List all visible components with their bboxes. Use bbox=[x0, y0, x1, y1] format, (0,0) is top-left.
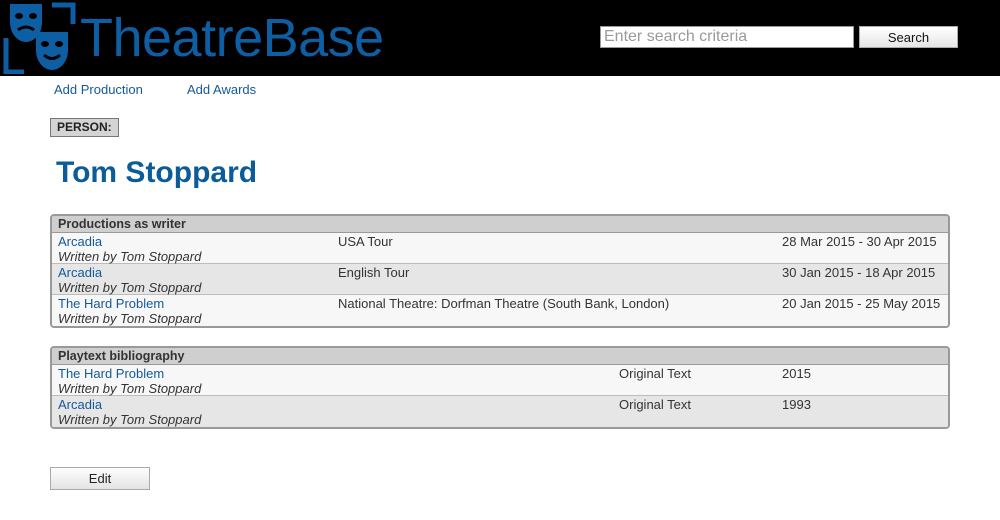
playtext-year: 2015 bbox=[782, 366, 811, 381]
production-row: Arcadia Written by Tom Stoppard USA Tour… bbox=[52, 233, 948, 264]
playtext-panel-title: Playtext bibliography bbox=[52, 348, 948, 365]
production-byline: Written by Tom Stoppard bbox=[58, 311, 202, 326]
production-row: Arcadia Written by Tom Stoppard English … bbox=[52, 264, 948, 295]
production-title-link[interactable]: Arcadia bbox=[58, 234, 102, 249]
playtext-year: 1993 bbox=[782, 397, 811, 412]
production-venue: National Theatre: Dorfman Theatre (South… bbox=[338, 296, 670, 311]
playtext-byline: Written by Tom Stoppard bbox=[58, 381, 202, 396]
playtext-byline: Written by Tom Stoppard bbox=[58, 412, 202, 427]
production-dates: 20 Jan 2015 - 25 May 2015 bbox=[782, 296, 941, 311]
search-input[interactable] bbox=[600, 26, 854, 48]
person-badge: PERSON: bbox=[50, 118, 119, 137]
production-byline: Written by Tom Stoppard bbox=[58, 249, 202, 264]
production-dates: 30 Jan 2015 - 18 Apr 2015 bbox=[782, 265, 936, 280]
logo-text: TheatreBase bbox=[80, 8, 384, 68]
production-title-link[interactable]: The Hard Problem bbox=[58, 296, 164, 311]
theatre-masks-icon bbox=[3, 2, 76, 74]
playtext-type: Original Text bbox=[619, 366, 692, 381]
production-row: The Hard Problem Written by Tom Stoppard… bbox=[52, 295, 948, 326]
production-dates: 28 Mar 2015 - 30 Apr 2015 bbox=[782, 234, 937, 249]
playtext-row: Arcadia Written by Tom Stoppard Original… bbox=[52, 396, 948, 427]
edit-button[interactable]: Edit bbox=[50, 467, 150, 490]
playtext-title-link[interactable]: The Hard Problem bbox=[58, 366, 164, 381]
productions-panel-title: Productions as writer bbox=[52, 216, 948, 233]
production-venue: English Tour bbox=[338, 265, 410, 280]
site-header: TheatreBase Search bbox=[0, 0, 1000, 76]
production-byline: Written by Tom Stoppard bbox=[58, 280, 202, 295]
productions-panel: Productions as writer Arcadia Written by… bbox=[50, 214, 950, 328]
production-venue: USA Tour bbox=[338, 234, 393, 249]
search-button[interactable]: Search bbox=[859, 26, 958, 48]
playtext-type: Original Text bbox=[619, 397, 692, 412]
playtext-panel: Playtext bibliography The Hard Problem W… bbox=[50, 346, 950, 429]
page-title: Tom Stoppard bbox=[56, 156, 258, 189]
playtext-row: The Hard Problem Written by Tom Stoppard… bbox=[52, 365, 948, 396]
add-production-link[interactable]: Add Production bbox=[54, 82, 143, 97]
add-awards-link[interactable]: Add Awards bbox=[187, 82, 256, 97]
playtext-title-link[interactable]: Arcadia bbox=[58, 397, 102, 412]
production-title-link[interactable]: Arcadia bbox=[58, 265, 102, 280]
